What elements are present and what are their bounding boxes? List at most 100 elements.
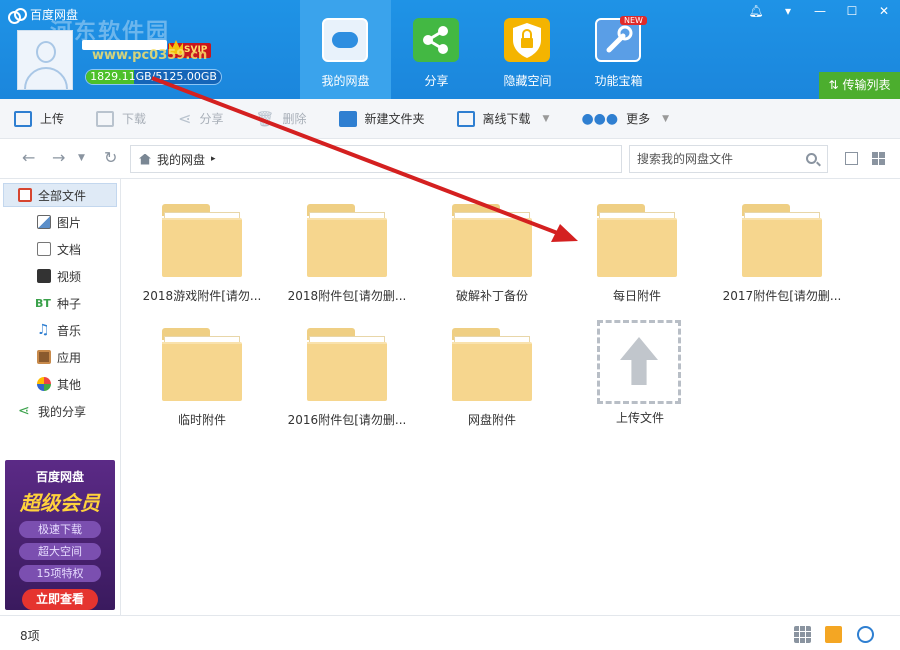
sidebar-item-all-files[interactable]: 全部文件 <box>3 183 117 207</box>
sidebar-item-label: 其他 <box>57 377 82 392</box>
tab-share[interactable]: 分享 <box>391 0 482 99</box>
history-dropdown-icon[interactable]: ▼ <box>78 149 85 167</box>
search-icon[interactable] <box>806 153 817 164</box>
sidebar-item-label: 文档 <box>57 242 82 257</box>
video-icon <box>37 269 51 283</box>
share-button[interactable]: ⋖ 分享 <box>178 99 223 139</box>
new-folder-icon <box>338 110 357 127</box>
sidebar-item-label: 种子 <box>57 296 82 311</box>
breadcrumb-my-disk[interactable]: 我的网盘 <box>157 151 205 168</box>
watermark-url: www.pc0359.cn <box>92 48 208 63</box>
share-label: 分享 <box>199 112 224 126</box>
share-toolbar-icon: ⋖ <box>178 109 192 128</box>
trash-icon: 🗑︎ <box>255 109 275 128</box>
toolbar: 上传 下载 ⋖ 分享 🗑︎ 删除 新建文件夹 离线下载 ▼ ●●● 更多 ▼ <box>0 99 900 139</box>
breadcrumb-chevron-icon[interactable]: ▸ <box>211 154 216 164</box>
breadcrumb[interactable]: 我的网盘 ▸ <box>130 145 622 173</box>
folder-item[interactable]: 2016附件包[请勿删... <box>282 328 412 438</box>
folder-item[interactable]: 2017附件包[请勿删... <box>717 204 847 314</box>
upload-file-label: 上传文件 <box>615 411 664 425</box>
promo-cta-button[interactable]: 立即查看 <box>22 589 98 610</box>
tab-toolbox[interactable]: 功能宝箱 <box>573 0 664 99</box>
sidebar-item-label: 图片 <box>57 215 82 230</box>
new-folder-label: 新建文件夹 <box>364 112 425 126</box>
folder-name: 临时附件 <box>177 413 226 427</box>
sidebar-item-label: 全部文件 <box>38 188 87 203</box>
upload-tile-frame <box>597 320 681 404</box>
item-count: 8项 <box>20 629 40 643</box>
apps-grid-icon[interactable] <box>794 626 811 643</box>
tab-hidden-space[interactable]: 隐藏空间 <box>482 0 573 99</box>
storage-quota-bar[interactable]: 1829.11GB/5125.00GB <box>85 69 222 85</box>
refresh-icon[interactable]: ↻ <box>104 149 117 167</box>
folder-name: 每日附件 <box>612 289 661 303</box>
minimize-icon[interactable]: — <box>804 0 836 22</box>
folder-item[interactable]: 每日附件 <box>572 204 702 314</box>
dropdown-icon[interactable]: ▾ <box>772 0 804 22</box>
caret-down-icon: ▼ <box>542 113 550 124</box>
folder-icon <box>307 204 387 277</box>
close-icon[interactable]: ✕ <box>868 0 900 22</box>
tab-my-disk-label: 我的网盘 <box>321 74 370 88</box>
upload-file-tile[interactable]: 上传文件 <box>575 320 705 430</box>
new-folder-button[interactable]: 新建文件夹 <box>338 99 425 139</box>
list-view-icon[interactable] <box>845 152 858 165</box>
folder-icon <box>597 204 677 277</box>
lock-icon <box>504 18 550 62</box>
document-icon <box>37 242 51 256</box>
promo-feature: 极速下载 <box>19 521 101 538</box>
offline-download-button[interactable]: 离线下载 ▼ <box>456 99 550 139</box>
maximize-icon[interactable]: ☐ <box>836 0 868 22</box>
folder-icon <box>452 328 532 401</box>
sidebar-item-my-share[interactable]: ⋖ 我的分享 <box>0 399 118 423</box>
folder-item[interactable]: 破解补丁备份 <box>427 204 557 314</box>
app-icon <box>37 350 51 364</box>
folder-item[interactable]: 临时附件 <box>137 328 267 438</box>
more-button[interactable]: ●●● 更多 ▼ <box>581 99 669 139</box>
share-icon <box>413 18 459 62</box>
upload-folder-icon[interactable] <box>825 626 842 643</box>
sidebar-item-label: 音乐 <box>57 323 82 338</box>
folder-item[interactable]: 网盘附件 <box>427 328 557 438</box>
avatar[interactable] <box>17 30 73 90</box>
download-button[interactable]: 下载 <box>96 99 146 139</box>
bell-icon[interactable]: 🔔︎ <box>740 0 772 22</box>
delete-label: 删除 <box>282 112 307 126</box>
grid-view-icon[interactable] <box>872 152 885 165</box>
all-files-icon <box>18 188 32 202</box>
sidebar-item-torrents[interactable]: BT 种子 <box>0 291 118 315</box>
transfer-list-button[interactable]: ⇅ 传输列表 <box>819 72 900 99</box>
sidebar-item-music[interactable]: ♫ 音乐 <box>0 318 118 342</box>
folder-icon <box>162 204 242 277</box>
sidebar-item-images[interactable]: 图片 <box>0 210 118 234</box>
tab-share-label: 分享 <box>424 74 449 88</box>
folder-icon <box>452 204 532 277</box>
transfer-list-label: 传输列表 <box>842 78 891 92</box>
tab-my-disk[interactable]: 我的网盘 <box>300 0 391 99</box>
sidebar-item-videos[interactable]: 视频 <box>0 264 118 288</box>
back-arrow-icon[interactable]: ← <box>22 149 35 167</box>
sidebar-item-documents[interactable]: 文档 <box>0 237 118 261</box>
upload-button[interactable]: 上传 <box>14 99 64 139</box>
lock-status-icon[interactable] <box>857 626 874 643</box>
transfer-arrows-icon: ⇅ <box>828 78 839 92</box>
folder-item[interactable]: 2018游戏附件[请勿... <box>137 204 267 314</box>
delete-button[interactable]: 🗑︎ 删除 <box>255 99 306 139</box>
sidebar-item-label: 应用 <box>57 350 82 365</box>
super-vip-promo-banner[interactable]: 百度网盘 超级会员 极速下载 超大空间 15项特权 立即查看 <box>5 460 115 610</box>
folder-name: 2016附件包[请勿删... <box>287 413 407 427</box>
forward-arrow-icon[interactable]: → <box>52 149 65 167</box>
more-label: 更多 <box>626 112 651 126</box>
image-icon <box>37 215 51 229</box>
download-icon <box>96 110 115 127</box>
sidebar-item-apps[interactable]: 应用 <box>0 345 118 369</box>
folder-icon <box>162 328 242 401</box>
bt-icon: BT <box>35 296 51 310</box>
sidebar: 全部文件 图片 文档 视频 BT 种子 ♫ 音乐 应用 其他 ⋖ 我的分享 百度… <box>0 179 121 615</box>
search-input[interactable] <box>630 146 790 172</box>
folder-item[interactable]: 2018附件包[请勿删... <box>282 204 412 314</box>
sidebar-item-other[interactable]: 其他 <box>0 372 118 396</box>
other-icon <box>37 377 51 391</box>
home-icon[interactable] <box>139 153 151 165</box>
upload-icon <box>14 110 32 127</box>
